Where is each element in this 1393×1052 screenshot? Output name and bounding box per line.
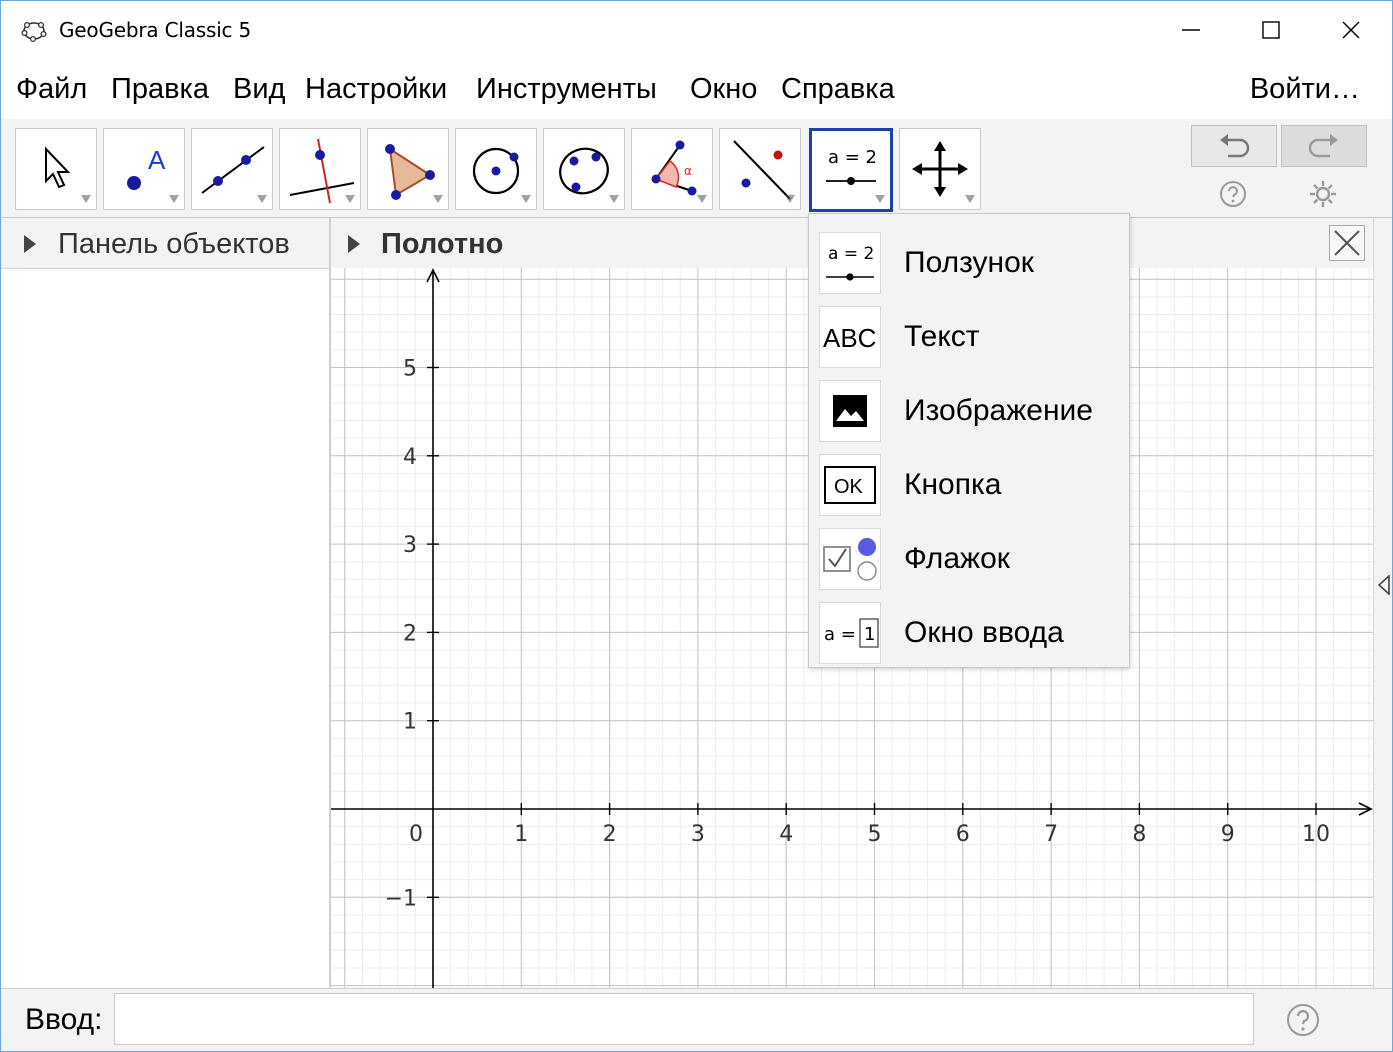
maximize-button[interactable] [1231, 1, 1311, 59]
svg-text:a = 2: a = 2 [828, 147, 877, 168]
tool-perpendicular[interactable] [279, 128, 361, 210]
graphics-panel-title: Полотно [381, 228, 504, 260]
tool-move-graphics[interactable] [899, 128, 981, 210]
tool-line[interactable] [191, 128, 273, 210]
maximize-icon [1262, 21, 1280, 39]
checkbox-icon [823, 538, 877, 581]
dropdown-item-label: Изображение [904, 394, 1093, 427]
dropdown-item-label: Флажок [904, 542, 1010, 575]
expand-triangle-icon[interactable] [347, 234, 361, 254]
algebra-panel-title: Панель объектов [58, 228, 290, 260]
dropdown-item-checkbox[interactable]: Флажок [809, 518, 1129, 592]
minimize-icon [1182, 29, 1200, 31]
y-tick-label: 2 [403, 621, 417, 646]
x-tick-label: 2 [603, 822, 617, 847]
toolbar-help-icon[interactable] [1218, 179, 1248, 209]
close-window-button[interactable] [1311, 1, 1391, 59]
y-tick-label: 4 [403, 445, 417, 470]
menu-file[interactable]: Файл [16, 73, 87, 106]
redo-button[interactable] [1281, 125, 1367, 167]
svg-text:1: 1 [864, 624, 875, 645]
minimize-button[interactable] [1151, 1, 1231, 59]
geogebra-logo-icon [21, 21, 47, 43]
tool-slider[interactable]: a = 2 [809, 128, 893, 212]
menu-settings[interactable]: Настройки [305, 73, 447, 106]
dropdown-item-slider[interactable]: a = 2 Ползунок [809, 222, 1129, 296]
y-tick-label: 3 [403, 533, 417, 558]
login-link[interactable]: Войти… [1250, 73, 1360, 106]
dropdown-item-button[interactable]: OK Кнопка [809, 444, 1129, 518]
input-help-icon[interactable] [1286, 1003, 1320, 1037]
dropdown-item-label: Кнопка [904, 468, 1002, 501]
expand-triangle-icon[interactable] [23, 234, 37, 254]
input-field[interactable] [114, 993, 1254, 1045]
menu-view[interactable]: Вид [233, 73, 285, 106]
menu-tools[interactable]: Инструменты [476, 73, 657, 106]
text-icon: ABC [823, 323, 877, 353]
image-icon [833, 395, 867, 427]
redo-icon [1308, 134, 1338, 158]
y-tick-label: 5 [403, 357, 417, 382]
tool-polygon[interactable] [367, 128, 449, 210]
undo-icon [1220, 134, 1250, 158]
dropdown-item-label: Ползунок [904, 246, 1034, 279]
x-tick-label: 7 [1044, 822, 1058, 847]
svg-text:a = 2: a = 2 [828, 244, 874, 264]
svg-text:OK: OK [834, 476, 864, 498]
algebra-panel-header[interactable]: Панель объектов [1, 218, 329, 269]
close-panel-button[interactable] [1329, 225, 1365, 261]
y-tick-label: 1 [403, 710, 417, 735]
slider-icon: a = 2 [826, 244, 874, 281]
window-title: GeoGebra Classic 5 [59, 18, 252, 42]
close-icon [1342, 21, 1360, 39]
input-bar: Ввод: [1, 988, 1392, 1051]
dropdown-item-label: Текст [904, 320, 980, 353]
x-tick-label: 3 [691, 822, 705, 847]
x-tick-label: 1 [514, 822, 528, 847]
dropdown-item-label: Окно ввода [904, 616, 1064, 649]
dropdown-item-input-box[interactable]: a = 1 Окно ввода [809, 592, 1129, 666]
dropdown-item-text[interactable]: ABC Текст [809, 296, 1129, 370]
button-icon: OK [824, 466, 876, 504]
x-tick-label: 6 [956, 822, 970, 847]
tool-circle[interactable] [455, 128, 537, 210]
y-tick-label: −1 [385, 886, 417, 911]
menu-edit[interactable]: Правка [111, 73, 209, 106]
x-tick-label: 10 [1302, 822, 1330, 847]
menu-window[interactable]: Окно [690, 73, 757, 106]
algebra-view[interactable] [1, 218, 331, 988]
title-bar: GeoGebra Classic 5 [1, 1, 1392, 59]
x-tick-label: 9 [1221, 822, 1235, 847]
svg-text:A: A [148, 145, 166, 175]
tool-point[interactable]: A [103, 128, 185, 210]
input-label: Ввод: [25, 1003, 103, 1036]
x-tick-label: 4 [779, 822, 793, 847]
geogebra-window: GeoGebra Classic 5 Файл Правка Вид Настр… [0, 0, 1393, 1052]
tool-dropdown-menu: a = 2 Ползунок ABC Текст Изображение OK … [808, 213, 1130, 668]
dropdown-item-image[interactable]: Изображение [809, 370, 1129, 444]
tool-move[interactable] [15, 128, 97, 210]
tool-angle[interactable]: α [631, 128, 713, 210]
side-collapse-strip[interactable] [1373, 218, 1392, 988]
x-tick-label: 5 [868, 822, 882, 847]
settings-gear-icon[interactable] [1308, 179, 1338, 209]
input-box-icon: a = 1 [824, 618, 879, 648]
toolbar: A α a = 2 [1, 119, 1392, 218]
svg-text:α: α [684, 164, 692, 178]
tool-reflect[interactable] [719, 128, 801, 210]
x-tick-label: 8 [1132, 822, 1146, 847]
tool-conic[interactable] [543, 128, 625, 210]
x-tick-label: 0 [409, 822, 423, 847]
undo-button[interactable] [1191, 125, 1277, 167]
menu-bar: Файл Правка Вид Настройки Инструменты Ок… [1, 61, 1392, 120]
collapse-arrow-icon[interactable] [1378, 575, 1390, 595]
menu-help[interactable]: Справка [781, 73, 895, 106]
close-icon [1334, 230, 1360, 256]
svg-text:a =: a = [824, 624, 856, 645]
